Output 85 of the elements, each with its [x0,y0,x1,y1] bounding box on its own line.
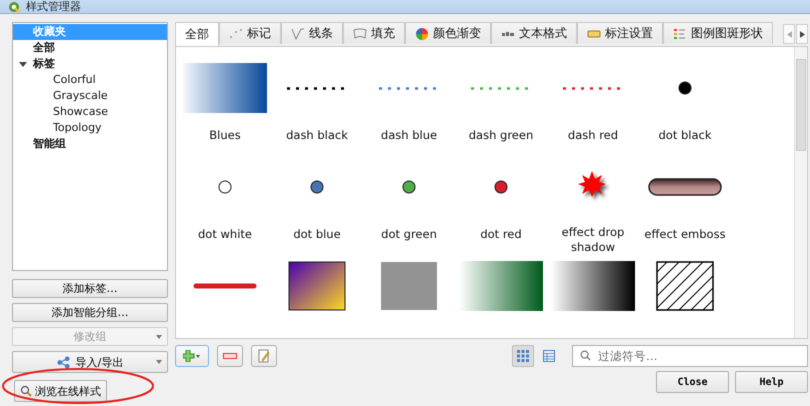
tab[interactable]: 标注设置 [577,22,663,44]
scrollbar[interactable] [794,47,807,338]
dot-symbol-icon [678,81,692,95]
remove-symbol-button[interactable] [217,345,243,367]
group-button[interactable]: 导入/导出 [12,351,168,373]
symbol-item[interactable]: effect emboss [639,156,731,255]
gradient-ramp-icon [551,261,635,311]
color-wheel-icon [415,28,429,40]
symbol-item[interactable]: dash red [547,57,639,156]
symbol-item[interactable]: dash blue [363,57,455,156]
hatched-fill-icon [656,261,714,311]
symbol-name: dash green [468,128,534,143]
rounded-bar-icon [648,178,722,196]
symbol-name: dot red [479,227,523,242]
list-view-icon [543,350,555,362]
window-title: 样式管理器 [26,1,81,13]
add-symbol-button[interactable] [175,345,209,367]
tab[interactable]: 线条 [281,22,343,44]
tree-item[interactable]: 全部 [13,40,167,56]
tab[interactable]: 全部 [175,22,219,46]
share-icon [56,356,70,368]
symbol-item[interactable]: dot black [639,57,731,156]
scroll-right-button[interactable] [796,24,808,44]
left-arrow-icon [786,30,792,38]
symbol-item[interactable]: effect drop shadow [547,156,639,255]
legend-icon [673,28,687,40]
symbol-name: effect drop shadow [560,225,626,255]
gradient-fill-icon [288,261,346,311]
help-button[interactable]: Help [735,371,808,393]
edit-symbol-button[interactable] [251,345,277,367]
tab[interactable]: 图例图斑形状 [663,22,773,44]
tab[interactable]: 文本格式 [491,22,577,44]
app-logo-icon [8,1,20,13]
search-field[interactable]: 过滤符号… [572,345,808,367]
tree-item[interactable]: Colorful [13,72,167,88]
dot-symbol-icon [218,180,232,194]
dots-icon [229,28,243,40]
symbol-item[interactable]: dash black [271,57,363,156]
dropdown-caret-icon [156,334,162,338]
expand-arrow-icon[interactable] [19,60,27,68]
symbol-item[interactable]: dot green [363,156,455,255]
symbol-name: dot white [197,227,253,242]
dot-symbol-icon [310,180,324,194]
symbol-item[interactable]: dot blue [271,156,363,255]
search-icon [580,350,591,361]
pencil-icon [258,349,270,363]
tree-item[interactable]: 标签 [13,56,167,72]
right-arrow-icon [800,30,804,38]
solid-fill-icon [381,262,437,310]
symbol-name: dot black [657,128,713,143]
close-button[interactable]: Close [656,371,729,393]
icon-view-button[interactable] [512,345,534,367]
search-icon [20,385,32,397]
symbol-name: Blues [208,128,242,143]
browse-online-button[interactable]: 浏览在线样式 [14,380,107,402]
plus-icon [183,350,201,362]
group-button[interactable]: 添加标签… [12,279,168,298]
tree-item[interactable]: Showcase [13,104,167,120]
symbol-name: dot green [380,227,438,242]
tree-item[interactable]: 智能组 [13,136,167,152]
tab[interactable]: 填充 [343,22,405,44]
minus-icon [223,353,237,359]
dot-symbol-icon [402,180,416,194]
gradient-ramp-icon [459,261,543,311]
dropdown-caret-icon [156,360,162,364]
dot-symbol-icon [494,180,508,194]
symbol-item[interactable]: Blues [179,57,271,156]
symbol-name: dot blue [292,227,342,242]
tree-item[interactable]: Topology [13,120,167,136]
symbol-item[interactable]: dash green [455,57,547,156]
label-tag-icon [587,28,601,40]
symbol-name: effect emboss [643,227,727,242]
symbol-name: dash blue [380,128,438,143]
symbol-item[interactable]: dot white [179,156,271,255]
gradient-ramp-icon [183,63,267,113]
tree-item[interactable]: Grayscale [13,88,167,104]
line-icon [291,28,305,40]
group-button[interactable]: 添加智能分组… [12,303,168,322]
symbol-name: dash red [566,128,620,143]
fill-shape-icon [353,28,367,40]
tab[interactable]: 标记 [219,22,281,44]
tab[interactable]: 颜色渐变 [405,22,491,44]
symbol-item[interactable]: dot red [455,156,547,255]
grid-view-icon [517,350,529,362]
symbol-name: dash black [285,128,349,143]
